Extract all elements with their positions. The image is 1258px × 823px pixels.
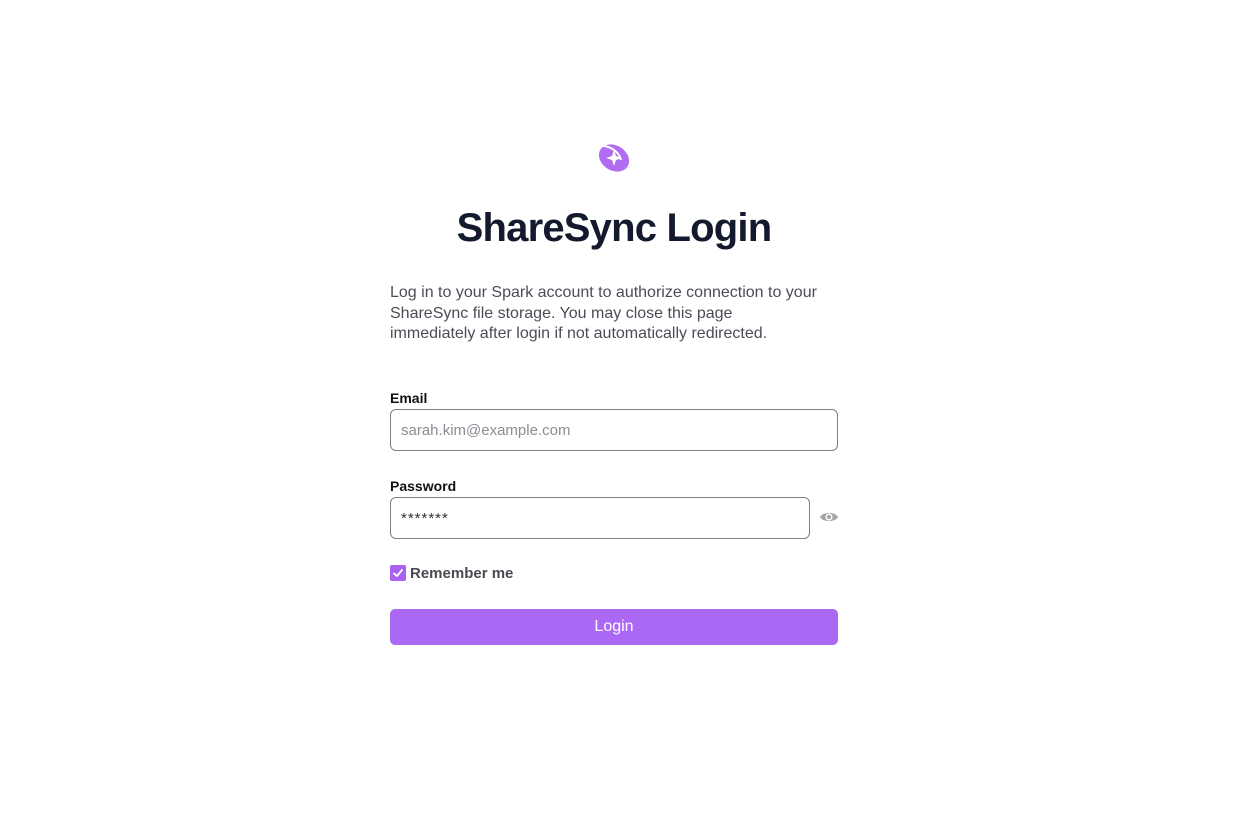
eye-icon[interactable] [819,508,839,526]
spark-logo-icon [598,144,630,172]
email-label: Email [390,390,428,406]
password-input[interactable] [390,497,810,539]
login-description: Log in to your Spark account to authoriz… [390,284,817,342]
password-label: Password [390,478,457,494]
login-page: ShareSync Login Log in to your Spark acc… [0,0,1258,823]
login-button[interactable]: Login [390,609,838,645]
checkmark-icon[interactable] [390,565,406,581]
page-title: ShareSync Login [456,206,773,250]
email-input[interactable] [390,409,838,451]
remember-me-checkbox[interactable]: Remember me [390,564,513,582]
remember-me-label: Remember me [410,564,514,582]
